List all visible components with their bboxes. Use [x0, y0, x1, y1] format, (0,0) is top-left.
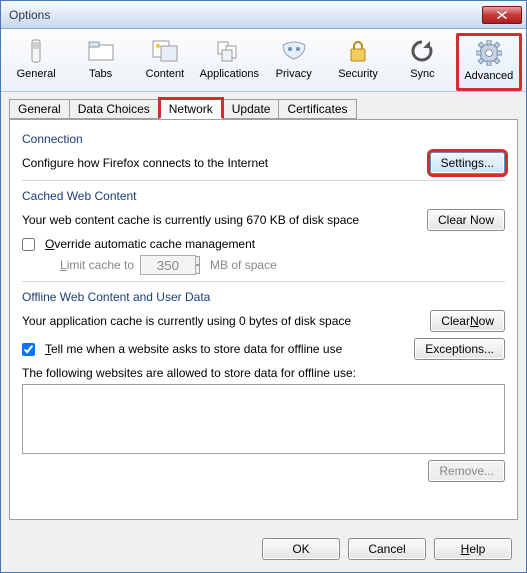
applications-icon [214, 38, 244, 64]
cache-limit-unit: MB of space [210, 258, 277, 272]
category-toolbar: General Tabs Content Applications Privac… [1, 29, 526, 92]
offline-clear-now-button[interactable]: Clear Now [430, 310, 505, 332]
category-label: Advanced [464, 70, 513, 82]
gear-icon [474, 40, 504, 66]
ok-button[interactable]: OK [262, 538, 340, 560]
tab-data-choices[interactable]: Data Choices [69, 99, 159, 119]
category-label: Applications [200, 68, 259, 80]
connection-description: Configure how Firefox connects to the In… [22, 156, 268, 170]
tab-certificates[interactable]: Certificates [278, 99, 356, 119]
options-window: Options General Tabs Content [0, 0, 527, 573]
content-area: General Data Choices Network Update Cert… [1, 92, 526, 528]
tab-body-network: Connection Configure how Firefox connect… [9, 119, 518, 520]
tab-update[interactable]: Update [223, 99, 280, 119]
cache-usage-text: Your web content cache is currently usin… [22, 213, 359, 227]
tabs-icon [86, 38, 116, 64]
settings-button[interactable]: Settings... [430, 152, 505, 174]
separator [22, 180, 505, 181]
tell-me-checkbox[interactable] [22, 343, 35, 356]
help-button[interactable]: Help [434, 538, 512, 560]
tab-general[interactable]: General [9, 99, 70, 119]
sync-icon [407, 38, 437, 64]
category-applications[interactable]: Applications [198, 33, 260, 91]
allowed-sites-label: The following websites are allowed to st… [22, 366, 505, 380]
category-label: Security [338, 68, 378, 80]
allowed-sites-list[interactable] [22, 384, 505, 454]
cache-heading: Cached Web Content [22, 189, 505, 203]
category-privacy[interactable]: Privacy [263, 33, 325, 91]
remove-button: Remove... [428, 460, 505, 482]
cancel-button[interactable]: Cancel [348, 538, 426, 560]
lock-icon [343, 38, 373, 64]
cache-limit-input [140, 255, 196, 275]
limit-cache-label: Limit cache to [60, 258, 134, 272]
mask-icon [279, 38, 309, 64]
switch-icon [21, 38, 51, 64]
close-icon [497, 11, 507, 19]
category-label: Content [146, 68, 185, 80]
window-title: Options [9, 8, 482, 22]
category-tabs[interactable]: Tabs [69, 33, 131, 91]
offline-usage-text: Your application cache is currently usin… [22, 314, 351, 328]
sub-tabs: General Data Choices Network Update Cert… [9, 98, 518, 120]
connection-heading: Connection [22, 132, 505, 146]
override-cache-checkbox[interactable] [22, 238, 35, 251]
category-label: General [17, 68, 56, 80]
category-label: Sync [410, 68, 434, 80]
tell-me-label[interactable]: Tell me when a website asks to store dat… [45, 342, 342, 356]
category-sync[interactable]: Sync [391, 33, 453, 91]
category-advanced[interactable]: Advanced [456, 33, 522, 91]
tab-network[interactable]: Network [158, 97, 224, 119]
titlebar: Options [1, 1, 526, 29]
separator [22, 281, 505, 282]
category-general[interactable]: General [5, 33, 67, 91]
dialog-buttons: OK Cancel Help [1, 528, 526, 572]
exceptions-button[interactable]: Exceptions... [414, 338, 505, 360]
offline-heading: Offline Web Content and User Data [22, 290, 505, 304]
cache-clear-now-button[interactable]: Clear Now [427, 209, 505, 231]
category-content[interactable]: Content [134, 33, 196, 91]
category-label: Privacy [276, 68, 312, 80]
override-cache-label[interactable]: Override automatic cache management [45, 237, 255, 251]
category-label: Tabs [89, 68, 112, 80]
category-security[interactable]: Security [327, 33, 389, 91]
content-icon [150, 38, 180, 64]
close-button[interactable] [482, 6, 522, 24]
